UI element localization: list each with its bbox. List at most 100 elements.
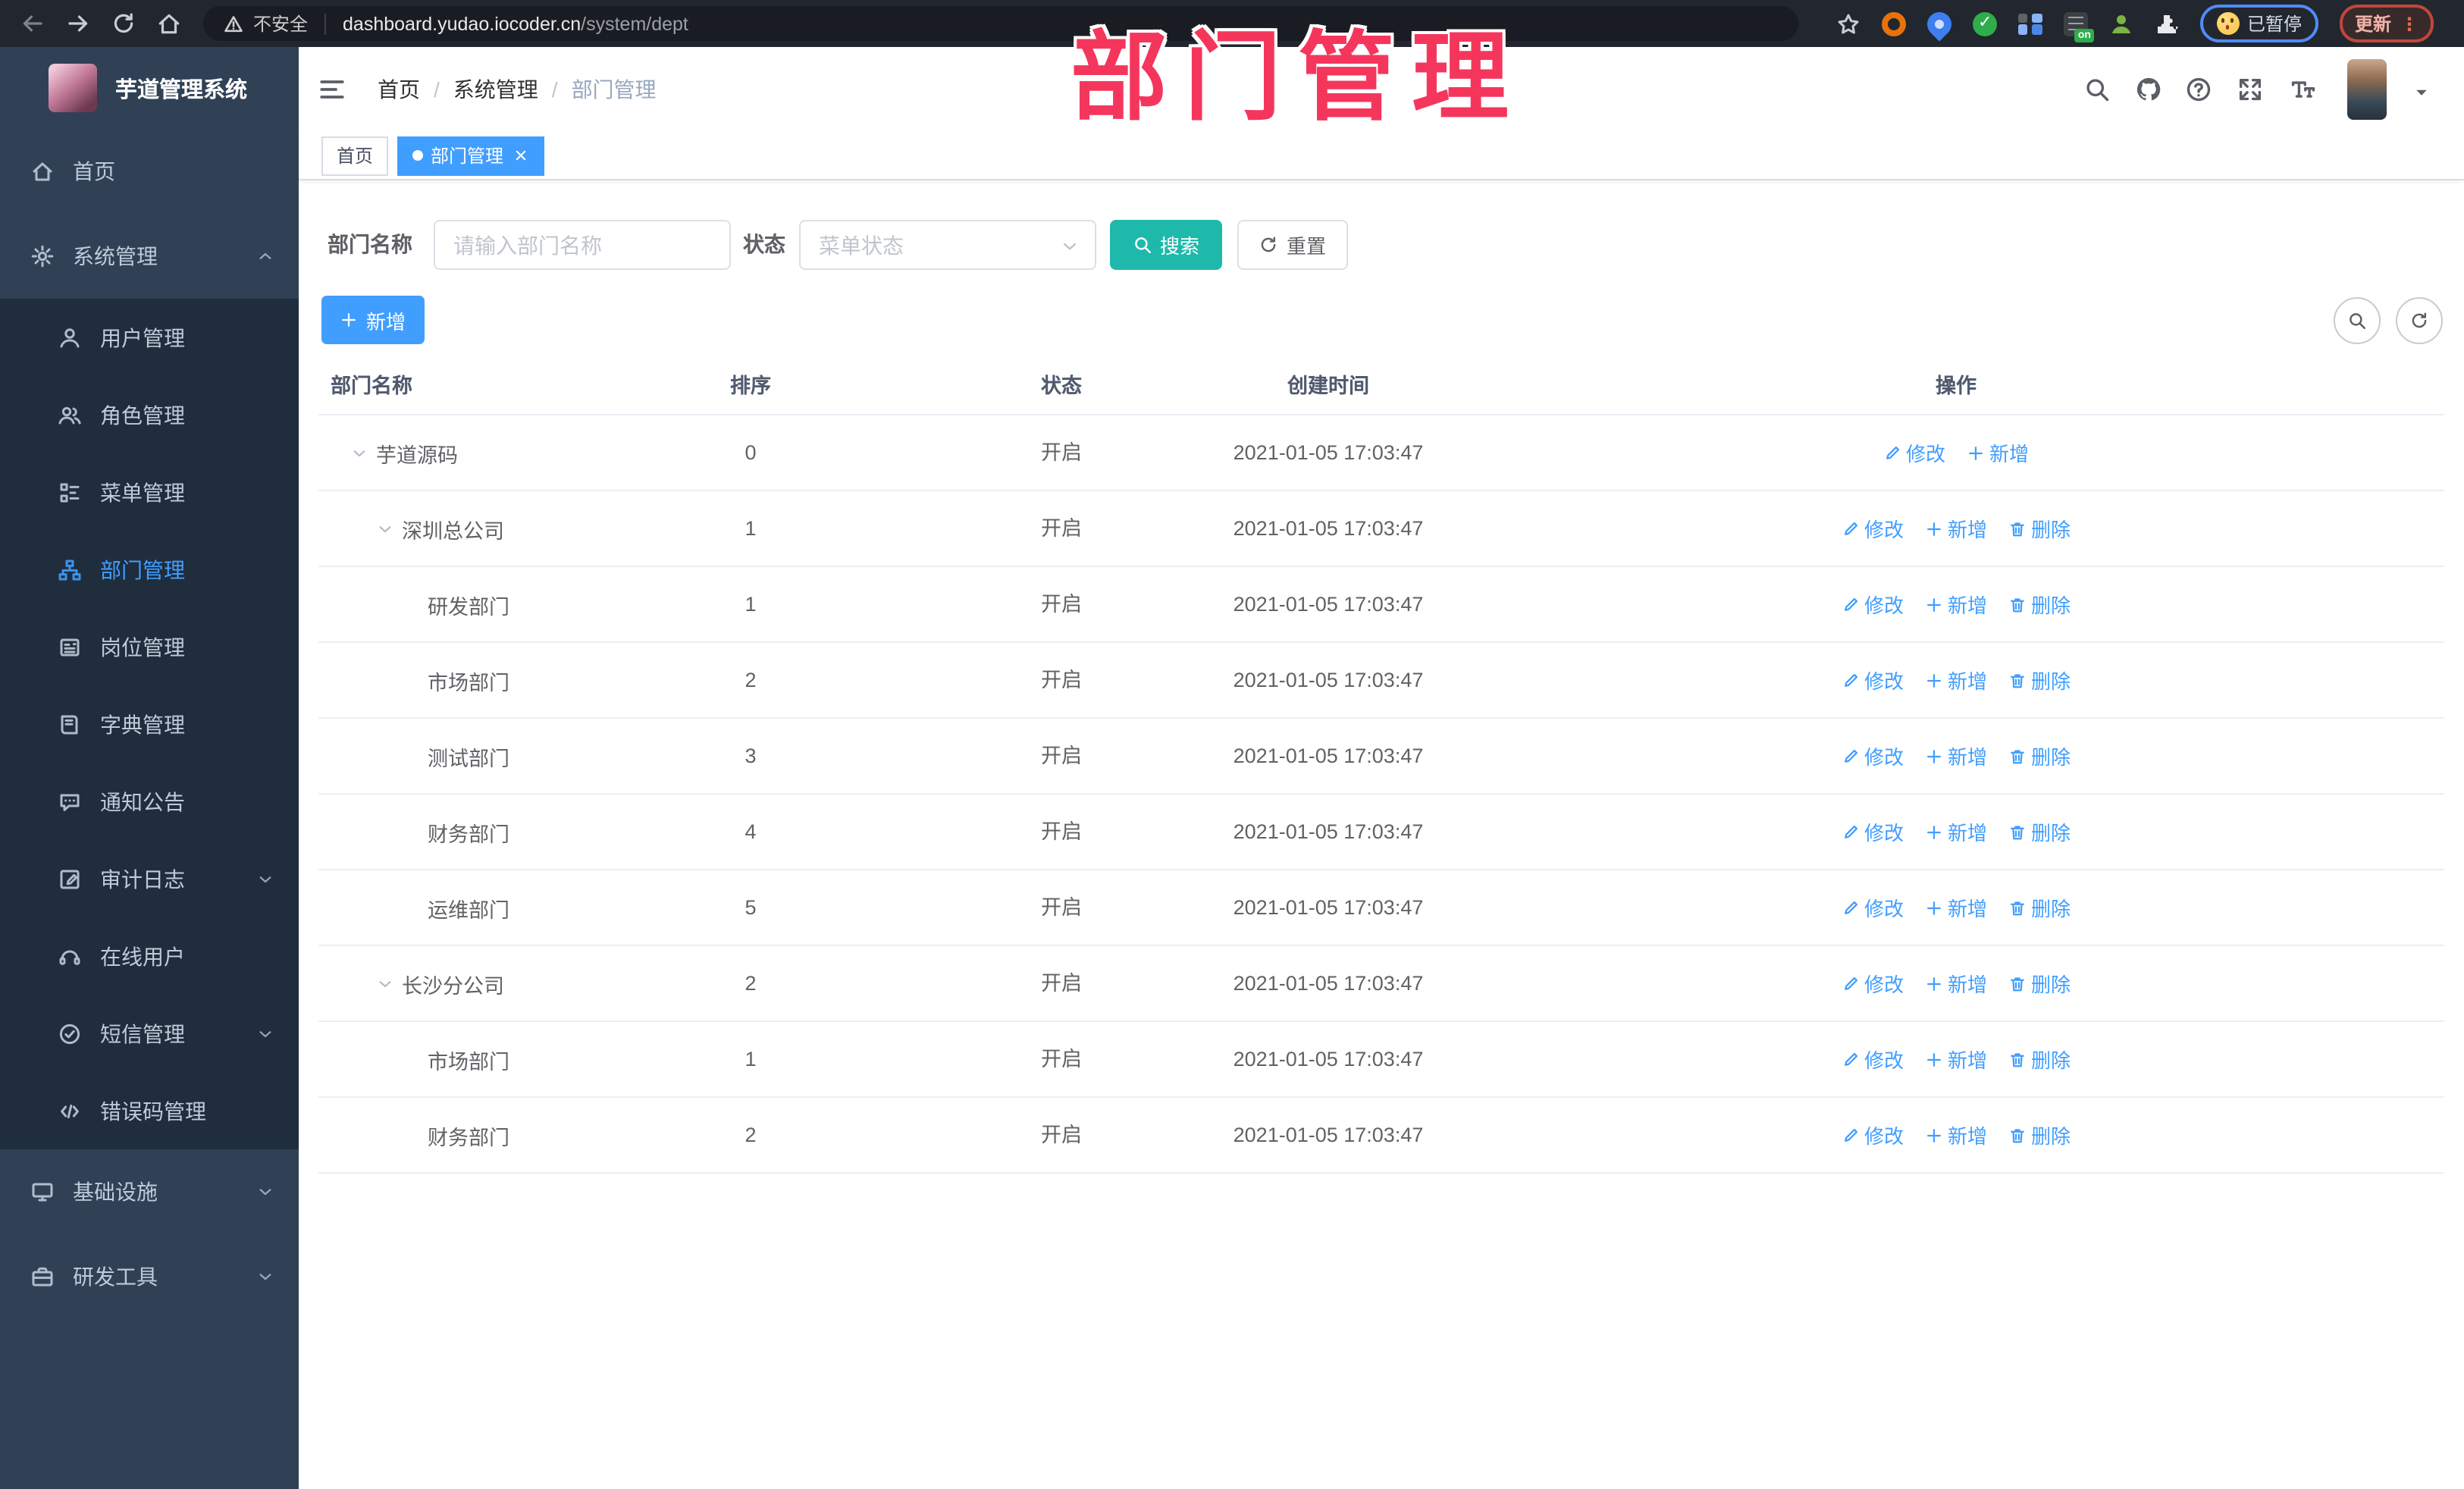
delete-link[interactable]: 删除	[2008, 741, 2071, 770]
extension-green-user-icon[interactable]	[2109, 11, 2133, 36]
paused-badge[interactable]: 已暂停	[2199, 5, 2318, 42]
add-child-link[interactable]: 新增	[1925, 1045, 1987, 1074]
sidebar-item[interactable]: 用户管理	[0, 299, 299, 376]
browser-extensions-area: on 已暂停 更新 ⋮	[1836, 0, 2464, 47]
browser-back-icon[interactable]	[20, 11, 45, 36]
delete-link[interactable]: 删除	[2008, 1121, 2071, 1149]
breadcrumb-system[interactable]: 系统管理	[453, 74, 538, 105]
help-icon[interactable]	[2185, 76, 2212, 103]
edit-link[interactable]: 修改	[1842, 969, 1904, 998]
github-icon[interactable]	[2135, 76, 2162, 103]
sidebar-item[interactable]: 短信管理	[0, 995, 299, 1072]
status-select[interactable]: 菜单状态	[799, 220, 1096, 270]
refresh-table-button[interactable]	[2396, 297, 2443, 344]
breadcrumb-home[interactable]: 首页	[378, 74, 420, 105]
expand-chevron-icon[interactable]	[376, 974, 402, 992]
sidebar-item[interactable]: 通知公告	[0, 763, 299, 840]
sidebar-item[interactable]: 系统管理	[0, 214, 299, 299]
add-child-link[interactable]: 新增	[1925, 817, 1987, 846]
tab-dept-management[interactable]: 部门管理	[397, 136, 545, 175]
delete-link[interactable]: 删除	[2008, 514, 2071, 543]
tab-home[interactable]: 首页	[321, 136, 389, 175]
status-value: 开启	[1041, 820, 1082, 843]
add-child-link[interactable]: 新增	[1925, 741, 1987, 770]
header-search-icon[interactable]	[2083, 76, 2111, 103]
expand-chevron-icon[interactable]	[350, 444, 376, 462]
delete-link[interactable]: 删除	[2008, 1045, 2071, 1074]
edit-link[interactable]: 修改	[1842, 741, 1904, 770]
delete-link[interactable]: 删除	[2008, 893, 2071, 922]
dept-name-placeholder: 请输入部门名称	[453, 233, 602, 257]
breadcrumb-separator: /	[551, 77, 558, 102]
edit-link[interactable]: 修改	[1842, 817, 1904, 846]
add-child-link[interactable]: 新增	[1925, 590, 1987, 619]
add-child-link[interactable]: 新增	[1925, 969, 1987, 998]
browser-reload-icon[interactable]	[111, 11, 136, 36]
extension-location-icon[interactable]	[1922, 6, 1957, 41]
font-size-icon[interactable]	[2290, 76, 2317, 103]
extension-grid-icon[interactable]	[2017, 11, 2042, 36]
refresh-icon	[2409, 311, 2429, 331]
reset-button[interactable]: 重置	[1237, 220, 1348, 270]
row-actions: 修改 新增 删除	[1842, 1022, 2071, 1096]
menu-item-label: 字典管理	[100, 712, 185, 736]
sidebar-item[interactable]: 字典管理	[0, 685, 299, 763]
sidebar-item[interactable]: 首页	[0, 129, 299, 214]
edit-link[interactable]: 修改	[1842, 893, 1904, 922]
sidebar-item[interactable]: 角色管理	[0, 376, 299, 453]
active-tab-dot	[412, 150, 424, 161]
sidebar-logo-row[interactable]: 芋道管理系统	[0, 47, 299, 129]
menu-item-icon	[58, 867, 82, 891]
delete-link[interactable]: 删除	[2008, 969, 2071, 998]
edit-link[interactable]: 修改	[1842, 1121, 1904, 1149]
edit-link[interactable]: 修改	[1842, 514, 1904, 543]
extension-switch-on-icon[interactable]: on	[2063, 11, 2094, 42]
magnifier-icon	[2347, 311, 2367, 331]
extension-orange-icon[interactable]	[1881, 11, 1906, 36]
sidebar-item[interactable]: 研发工具	[0, 1234, 299, 1319]
sidebar-item[interactable]: 部门管理	[0, 531, 299, 608]
address-bar[interactable]: 不安全 dashboard.yudao.iocoder.cn /system/d…	[203, 6, 1798, 41]
browser-forward-icon[interactable]	[65, 11, 91, 36]
add-button[interactable]: 新增	[321, 296, 425, 344]
browser-menu-icon[interactable]: ⋮	[2400, 13, 2419, 34]
edit-link[interactable]: 修改	[1842, 666, 1904, 694]
sidebar-item[interactable]: 基础设施	[0, 1149, 299, 1234]
search-button[interactable]: 搜索	[1110, 220, 1222, 270]
sidebar-item[interactable]: 岗位管理	[0, 608, 299, 685]
bookmark-star-icon[interactable]	[1836, 11, 1861, 36]
extensions-puzzle-icon[interactable]	[2155, 11, 2179, 36]
sidebar-item[interactable]: 错误码管理	[0, 1072, 299, 1149]
sidebar-item[interactable]: 审计日志	[0, 840, 299, 917]
browser-home-icon[interactable]	[156, 11, 182, 36]
delete-link[interactable]: 删除	[2008, 666, 2071, 694]
menu-item-label: 短信管理	[100, 1021, 185, 1045]
sidebar-item[interactable]: 菜单管理	[0, 453, 299, 531]
toggle-search-button[interactable]	[2334, 297, 2381, 344]
add-child-link[interactable]: 新增	[1967, 438, 2029, 467]
user-avatar[interactable]	[2347, 59, 2387, 120]
sidebar-item[interactable]: 在线用户	[0, 917, 299, 995]
extension-green-check-icon[interactable]	[1972, 11, 1997, 36]
edit-link[interactable]: 修改	[1842, 1045, 1904, 1074]
table-body: 芋道源码 0 开启 2021-01-05 17:03:47 修改 新增 深圳总公…	[318, 415, 2444, 1174]
chevron-icon	[256, 1268, 274, 1286]
add-child-link[interactable]: 新增	[1925, 893, 1987, 922]
sidebar-menu: 首页 系统管理 用户管理 角色管理 菜单管理 部门管理 岗位管理 字典管理 通知…	[0, 129, 299, 1319]
add-child-link[interactable]: 新增	[1925, 514, 1987, 543]
edit-link[interactable]: 修改	[1883, 438, 1945, 467]
add-child-link[interactable]: 新增	[1925, 1121, 1987, 1149]
emoji-face-icon	[2216, 12, 2240, 35]
expand-chevron-icon[interactable]	[376, 519, 402, 538]
tab-close-icon[interactable]	[513, 147, 529, 164]
add-child-link[interactable]: 新增	[1925, 666, 1987, 694]
sidebar-toggle-icon[interactable]	[317, 74, 347, 105]
update-button[interactable]: 更新 ⋮	[2339, 5, 2434, 42]
delete-link[interactable]: 删除	[2008, 817, 2071, 846]
delete-link[interactable]: 删除	[2008, 590, 2071, 619]
avatar-caret-down-icon[interactable]	[2412, 83, 2431, 102]
dept-name-input[interactable]: 请输入部门名称	[434, 220, 731, 270]
edit-link[interactable]: 修改	[1842, 590, 1904, 619]
fullscreen-icon[interactable]	[2237, 76, 2264, 103]
dept-name-cell: 深圳总公司	[376, 491, 504, 566]
